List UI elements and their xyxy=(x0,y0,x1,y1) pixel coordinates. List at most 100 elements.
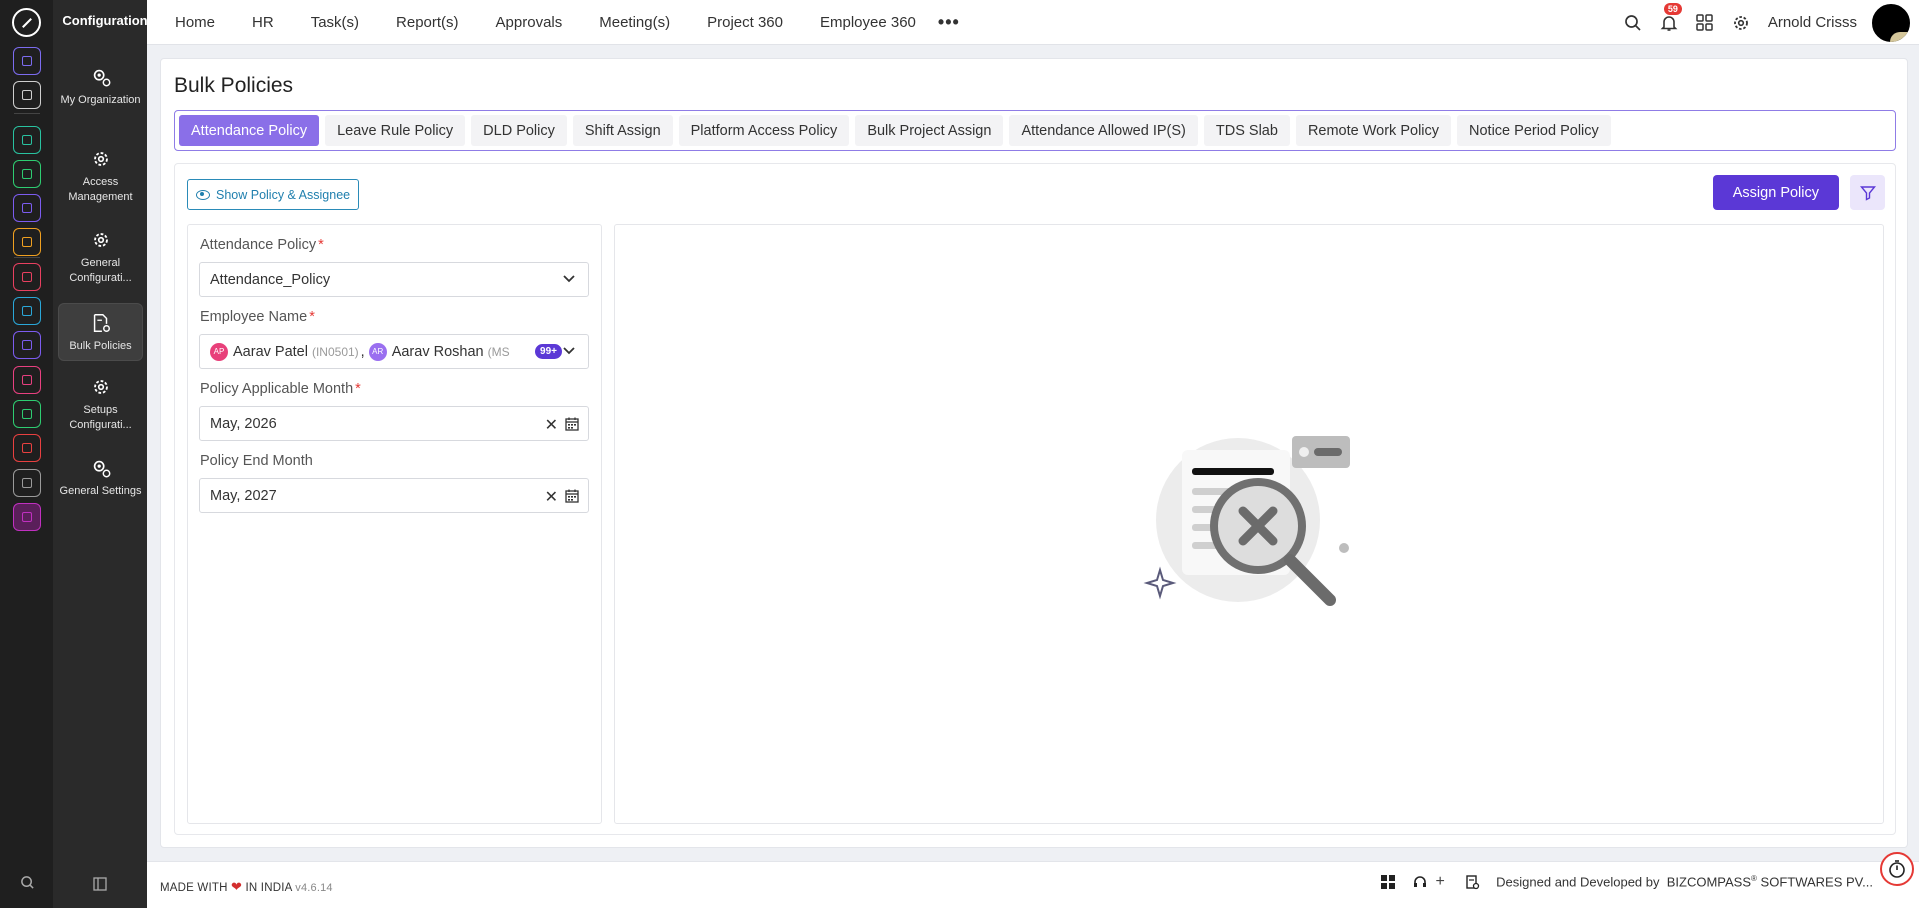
target-module-icon[interactable] xyxy=(13,263,41,291)
made-in-india-text: MADE WITH ❤ IN INDIA v4.6.14 xyxy=(160,879,333,894)
top-navbar: Home HR Task(s) Report(s) Approvals Meet… xyxy=(147,0,1919,45)
tab-dld-policy[interactable]: DLD Policy xyxy=(471,115,567,146)
windows-icon[interactable] xyxy=(1380,874,1396,890)
settings-gear-icon[interactable] xyxy=(1730,12,1752,34)
timer-stopwatch-icon[interactable] xyxy=(1880,852,1914,886)
employee-name-multiselect[interactable]: AP Aarav Patel (IN0501) , AR Aarav Rosha… xyxy=(199,334,589,369)
employee-chip-name: Aarav Patel xyxy=(233,343,308,360)
gear-icon xyxy=(93,233,108,247)
applicable-month-value: May, 2026 xyxy=(210,415,277,432)
sidebar-item-bulk-policies[interactable]: Bulk Policies xyxy=(58,303,143,361)
top-right-actions: 59 Arnold Crisss xyxy=(1622,0,1919,45)
eye-icon xyxy=(196,189,210,200)
rail-divider xyxy=(14,113,40,114)
chip-separator: , xyxy=(360,343,365,360)
nav-tasks[interactable]: Task(s) xyxy=(311,14,359,31)
notification-count-badge: 59 xyxy=(1663,2,1682,15)
search-icon[interactable] xyxy=(1622,12,1644,34)
travel-module-icon[interactable] xyxy=(13,331,41,359)
no-data-illustration xyxy=(1143,436,1350,606)
sidebar-item-label: My Organization xyxy=(60,94,141,106)
policy-tabs: Attendance Policy Leave Rule Policy DLD … xyxy=(174,110,1896,151)
filter-button[interactable] xyxy=(1850,175,1885,210)
org-gear-icon xyxy=(93,69,110,87)
nav-home[interactable]: Home xyxy=(175,14,215,31)
apps-grid-icon[interactable] xyxy=(1694,12,1716,34)
tab-notice-period-policy[interactable]: Notice Period Policy xyxy=(1457,115,1611,146)
calendar-icon[interactable] xyxy=(565,489,579,503)
document-gear-icon xyxy=(93,314,110,332)
sidebar-item-label: Setups Configurati... xyxy=(69,404,132,431)
network-module-icon[interactable] xyxy=(13,160,41,188)
clear-icon[interactable]: ✕ xyxy=(545,487,558,507)
sidebar-item-setups-configuration[interactable]: Setups Configurati... xyxy=(58,372,143,433)
sidebar-title: Configuration xyxy=(62,13,148,28)
plus-icon[interactable]: + xyxy=(1432,873,1448,890)
app-rail xyxy=(0,0,53,908)
chevron-down-icon xyxy=(563,347,575,355)
policy-panel: Show Policy & Assignee Assign Policy Att… xyxy=(174,163,1896,835)
briefcase-module-icon[interactable] xyxy=(13,194,41,222)
heart-icon: ❤ xyxy=(231,879,243,894)
house-module-icon[interactable] xyxy=(13,469,41,497)
attendance-module-icon[interactable] xyxy=(13,228,41,256)
applicable-month-picker[interactable]: May, 2026 ✕ xyxy=(199,406,589,441)
tab-attendance-allowed-ips[interactable]: Attendance Allowed IP(S) xyxy=(1009,115,1198,146)
sidebar-item-general-settings[interactable]: General Settings xyxy=(58,453,143,499)
config-sidebar: Configuration My Organization Access Man… xyxy=(53,0,148,908)
chat-module-icon[interactable] xyxy=(13,366,41,394)
tab-remote-work-policy[interactable]: Remote Work Policy xyxy=(1295,115,1452,146)
assign-policy-button[interactable]: Assign Policy xyxy=(1712,175,1839,210)
show-policy-assignee-label: Show Policy & Assignee xyxy=(216,187,351,202)
nav-reports[interactable]: Report(s) xyxy=(396,14,459,31)
sidebar-item-access-management[interactable]: Access Management xyxy=(58,144,143,205)
nav-hr[interactable]: HR xyxy=(252,14,274,31)
org-chart-module-icon[interactable] xyxy=(13,126,41,154)
footer-right: + Designed and Developed by BIZCOMPASS® … xyxy=(1380,873,1919,890)
document-settings-icon[interactable] xyxy=(1464,874,1480,890)
page-title: Bulk Policies xyxy=(174,74,294,97)
archive-module-icon[interactable] xyxy=(13,297,41,325)
tab-bulk-project-assign[interactable]: Bulk Project Assign xyxy=(855,115,1004,146)
end-month-value: May, 2027 xyxy=(210,487,277,504)
nav-meetings[interactable]: Meeting(s) xyxy=(599,14,670,31)
collapse-sidebar-icon[interactable] xyxy=(93,877,107,896)
policy-form: Attendance Policy * Attendance_Policy Emp… xyxy=(187,224,602,824)
more-employees-badge[interactable]: 99+ xyxy=(535,344,562,359)
support-headset-icon[interactable] xyxy=(1412,874,1428,890)
tab-shift-assign[interactable]: Shift Assign xyxy=(572,115,673,146)
clear-icon[interactable]: ✕ xyxy=(545,415,558,435)
app-logo-icon[interactable] xyxy=(12,8,41,37)
tab-leave-rule-policy[interactable]: Leave Rule Policy xyxy=(325,115,466,146)
document-module-icon[interactable] xyxy=(13,400,41,428)
user-avatar[interactable] xyxy=(1871,2,1911,43)
main-nav: Home HR Task(s) Report(s) Approvals Meet… xyxy=(175,0,960,45)
tab-attendance-policy[interactable]: Attendance Policy xyxy=(179,115,320,146)
filter-icon xyxy=(1859,185,1876,201)
nav-employee-360[interactable]: Employee 360 xyxy=(820,14,916,31)
more-menu-icon[interactable]: ••• xyxy=(938,12,960,33)
show-policy-assignee-button[interactable]: Show Policy & Assignee xyxy=(187,179,360,210)
applicable-month-label: Policy Applicable Month * xyxy=(200,381,361,397)
chevron-down-icon xyxy=(563,275,575,283)
pin-module-icon[interactable] xyxy=(13,81,41,109)
award-module-icon[interactable] xyxy=(13,434,41,462)
sidebar-item-label: General Configurati... xyxy=(69,257,132,284)
sidebar-item-general-configuration[interactable]: General Configurati... xyxy=(58,225,143,286)
calendar-icon[interactable] xyxy=(565,417,579,431)
search-icon[interactable] xyxy=(13,868,41,896)
end-month-picker[interactable]: May, 2027 ✕ xyxy=(199,478,589,513)
rail-divider xyxy=(14,257,40,258)
nav-project-360[interactable]: Project 360 xyxy=(707,14,783,31)
sidebar-item-my-organization[interactable]: My Organization xyxy=(58,62,143,108)
tab-platform-access-policy[interactable]: Platform Access Policy xyxy=(678,115,850,146)
settings-module-icon[interactable] xyxy=(13,503,41,531)
tab-tds-slab[interactable]: TDS Slab xyxy=(1203,115,1290,146)
footer: MADE WITH ❤ IN INDIA v4.6.14 + Designed … xyxy=(147,861,1919,908)
home-module-icon[interactable] xyxy=(13,47,41,75)
user-name[interactable]: Arnold Crisss xyxy=(1768,14,1857,31)
attendance-policy-select[interactable]: Attendance_Policy xyxy=(199,262,589,297)
nav-approvals[interactable]: Approvals xyxy=(496,14,563,31)
gear-icon xyxy=(93,152,108,166)
notification-bell-icon[interactable]: 59 xyxy=(1658,2,1682,34)
